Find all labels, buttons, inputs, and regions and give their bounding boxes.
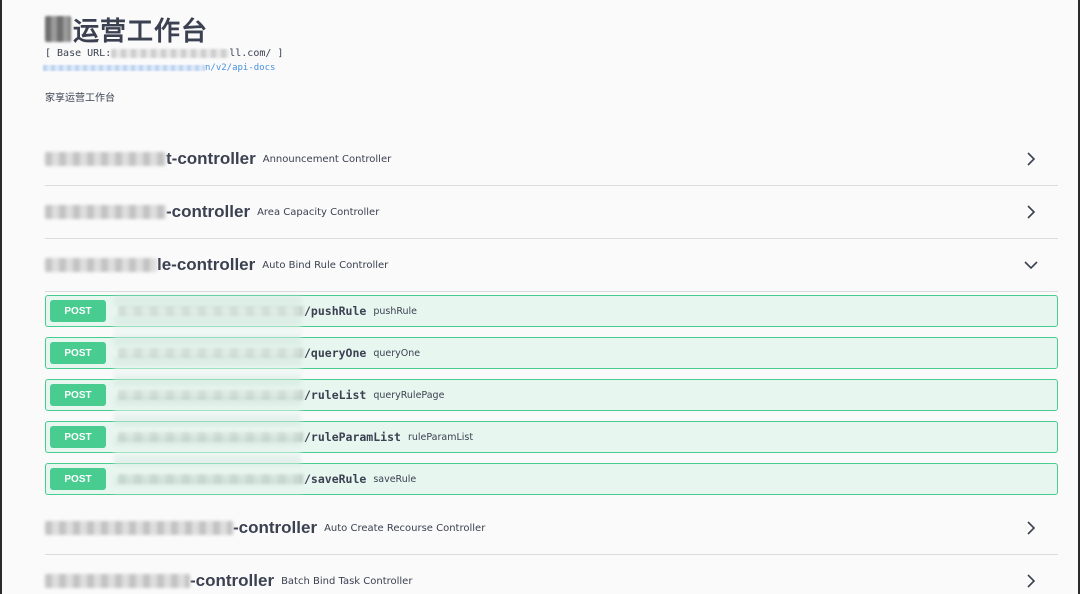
tag-name[interactable]: le-controller — [157, 255, 255, 275]
operation-query-one[interactable]: POST /queryOne queryOne — [45, 337, 1058, 369]
chevron-right-icon[interactable] — [1024, 205, 1038, 219]
tag-description: Auto Bind Rule Controller — [262, 259, 389, 271]
chevron-right-icon[interactable] — [1024, 152, 1038, 166]
redacted-tag-name — [45, 152, 166, 166]
redacted-tag-name — [45, 205, 166, 219]
chevron-right-icon[interactable] — [1024, 574, 1038, 588]
tag-description: Area Capacity Controller — [257, 206, 380, 218]
api-description: 家享运营工作台 — [45, 93, 115, 104]
operation-save-rule[interactable]: POST /saveRule saveRule — [45, 463, 1058, 495]
redacted-path — [118, 474, 304, 484]
operation-summary: ruleParamList — [407, 431, 474, 443]
tag-name[interactable]: -controller — [233, 518, 317, 538]
base-url-prefix: [ Base URL: — [45, 47, 112, 59]
operation-summary: queryRulePage — [373, 389, 445, 401]
title-row: 运营工作台 — [45, 12, 745, 47]
redacted-path — [118, 348, 304, 358]
tag-batch-bind-task-controller[interactable]: -controller Batch Bind Task Controller — [45, 555, 1058, 594]
operation-summary: saveRule — [373, 473, 417, 485]
method-badge: POST — [50, 384, 106, 406]
method-badge: POST — [50, 468, 106, 490]
chevron-down-icon[interactable] — [1024, 258, 1038, 272]
base-url: [ Base URL: ll.com/ ] — [45, 46, 745, 60]
window-edge-left — [0, 0, 2, 594]
operation-rule-list[interactable]: POST /ruleList queryRulePage — [45, 379, 1058, 411]
tag-auto-create-recourse-controller[interactable]: -controller Auto Create Recourse Control… — [45, 502, 1058, 555]
operation-summary: pushRule — [373, 305, 418, 317]
method-badge: POST — [50, 300, 106, 322]
api-info: 运营工作台 [ Base URL: ll.com/ ] n/v2/api-doc… — [43, 12, 745, 104]
redacted-path — [118, 432, 304, 442]
operation-path[interactable]: /ruleParamList — [304, 430, 401, 444]
tag-name[interactable]: t-controller — [166, 149, 256, 169]
method-badge: POST — [50, 426, 106, 448]
api-docs-link[interactable]: n/v2/api-docs — [43, 61, 745, 75]
tag-description: Auto Create Recourse Controller — [324, 522, 486, 534]
chevron-right-icon[interactable] — [1024, 521, 1038, 535]
redacted-docs-url — [43, 65, 205, 71]
operation-path[interactable]: /queryOne — [304, 346, 366, 360]
operation-push-rule[interactable]: POST /pushRule pushRule — [45, 295, 1058, 327]
redacted-tag-name — [45, 521, 233, 535]
operation-path[interactable]: /ruleList — [304, 388, 366, 402]
tag-announcement-controller[interactable]: t-controller Announcement Controller — [45, 133, 1058, 186]
redacted-tag-name — [45, 258, 157, 272]
tag-auto-bind-rule-controller[interactable]: le-controller Auto Bind Rule Controller — [45, 239, 1058, 292]
method-badge: POST — [50, 342, 106, 364]
tag-area-capacity-controller[interactable]: -controller Area Capacity Controller — [45, 186, 1058, 239]
redacted-title-prefix — [45, 16, 71, 42]
tag-name[interactable]: -controller — [166, 202, 250, 222]
redacted-base-url — [111, 48, 230, 58]
docs-link-suffix[interactable]: n/v2/api-docs — [205, 63, 275, 73]
redacted-tag-name — [45, 574, 190, 588]
operation-rule-param-list[interactable]: POST /ruleParamList ruleParamList — [45, 421, 1058, 453]
tag-name[interactable]: -controller — [190, 571, 274, 591]
tag-description: Announcement Controller — [262, 153, 392, 165]
api-title: 运营工作台 — [73, 16, 209, 47]
operation-summary: queryOne — [373, 347, 421, 359]
tag-description: Batch Bind Task Controller — [281, 575, 413, 587]
redacted-path — [118, 390, 304, 400]
operation-path[interactable]: /saveRule — [304, 472, 366, 486]
base-url-suffix: ll.com/ ] — [229, 47, 284, 59]
redacted-path — [118, 306, 304, 316]
operation-path[interactable]: /pushRule — [304, 304, 366, 318]
